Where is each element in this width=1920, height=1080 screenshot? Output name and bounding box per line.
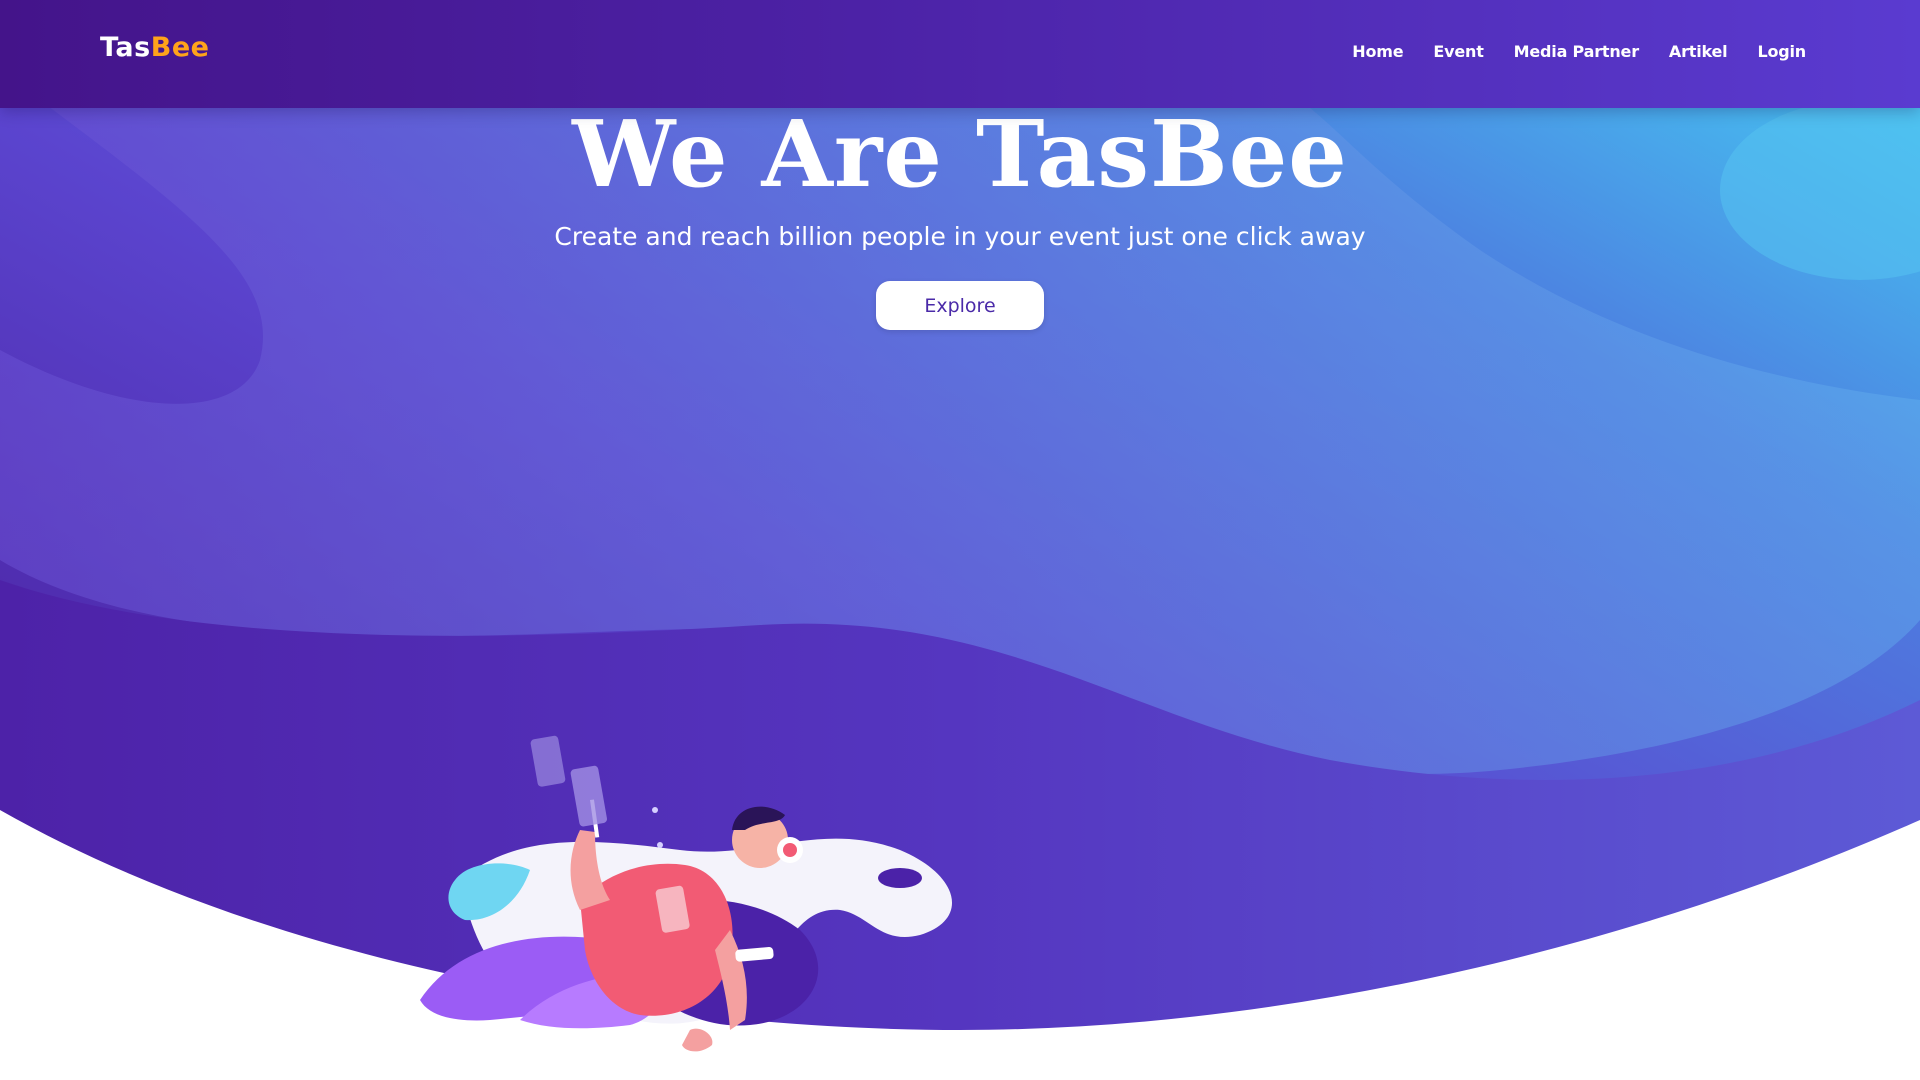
dark-dot-shape xyxy=(878,868,922,888)
nav-item-artikel[interactable]: Artikel xyxy=(1669,42,1728,61)
nav-item-media-partner[interactable]: Media Partner xyxy=(1514,42,1639,61)
nav-item-event[interactable]: Event xyxy=(1433,42,1483,61)
hand-shape xyxy=(682,1028,713,1052)
floating-card-icon xyxy=(530,735,566,787)
floating-card-icon-2 xyxy=(570,765,608,827)
sparkle-dot-2 xyxy=(657,842,663,848)
nav-item-home[interactable]: Home xyxy=(1352,42,1403,61)
hero-subtitle: Create and reach billion people in your … xyxy=(554,222,1366,251)
nav-menu: Home Event Media Partner Artikel Login xyxy=(1352,42,1806,61)
nav-item-login[interactable]: Login xyxy=(1757,42,1806,61)
landing-page: TasBee Home Event Media Partner Artikel … xyxy=(0,0,1920,1080)
brand-logo-part2: Bee xyxy=(150,32,210,63)
headphones-icon-inner xyxy=(783,843,797,857)
sparkle-dot xyxy=(652,807,658,813)
brand-logo-part1: Tas xyxy=(100,32,151,63)
person-with-headphones-illustration xyxy=(420,735,953,1052)
hero-title: We Are TasBee xyxy=(572,100,1348,208)
explore-button[interactable]: Explore xyxy=(876,281,1044,330)
top-navbar: TasBee Home Event Media Partner Artikel … xyxy=(0,0,1920,108)
brand-logo[interactable]: TasBee xyxy=(100,32,209,63)
